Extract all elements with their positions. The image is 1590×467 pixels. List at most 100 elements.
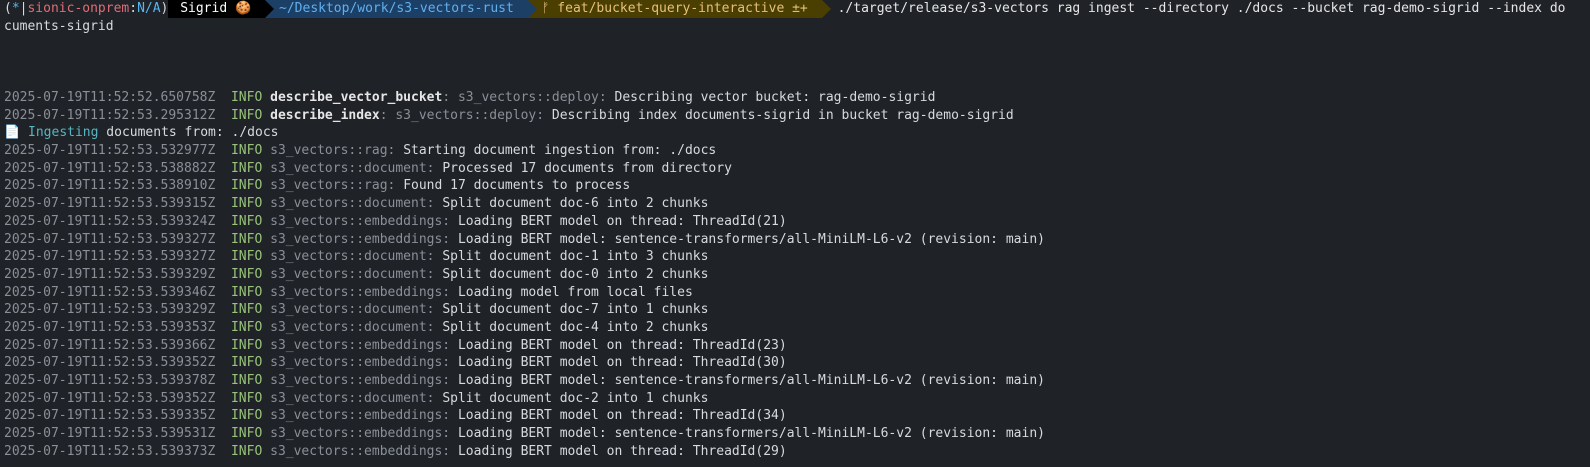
- blank-space: [4, 36, 1590, 89]
- log-timestamp: 2025-07-19T11:52:53.539315Z: [4, 196, 216, 212]
- log-target: s3_vectors::embeddings:: [270, 426, 451, 442]
- log-line: 2025-07-19T11:52:53.538882Z INFO s3_vect…: [4, 160, 1590, 178]
- kube-context: (*|sionic-onprem:N/A): [4, 1, 169, 16]
- log-line: 2025-07-19T11:52:53.539327Z INFO s3_vect…: [4, 231, 1590, 249]
- log-line: 2025-07-19T11:52:53.539329Z INFO s3_vect…: [4, 301, 1590, 319]
- prompt-user: Sigrid: [180, 1, 228, 16]
- log-level: INFO: [230, 178, 263, 194]
- log-timestamp: 2025-07-19T11:52:53.538910Z: [4, 178, 216, 194]
- log-target: s3_vectors::embeddings:: [270, 355, 451, 371]
- log-target: s3_vectors::document:: [270, 160, 435, 176]
- log-message: Loading BERT model: sentence-transformer…: [457, 373, 1045, 388]
- log-level: INFO: [230, 249, 263, 265]
- git-branch: feat/bucket-query-interactive: [557, 1, 785, 16]
- log-message: Loading BERT model on thread: ThreadId(2…: [457, 213, 787, 229]
- log-line: 2025-07-19T11:52:53.539378Z INFO s3_vect…: [4, 372, 1590, 390]
- log-timestamp: 2025-07-19T11:52:53.539352Z: [4, 390, 216, 406]
- shell-prompt: (*|sionic-onprem:N/A) Sigrid 🍪 ~/Desktop…: [4, 0, 1590, 18]
- log-target: s3_vectors::embeddings:: [270, 443, 451, 459]
- log-timestamp: 2025-07-19T11:52:53.539329Z: [4, 266, 216, 282]
- prompt-user-segment: Sigrid 🍪: [168, 0, 275, 18]
- log-level: INFO: [230, 196, 263, 212]
- command-input[interactable]: ./target/release/s3-vectors rag ingest -…: [822, 0, 1566, 18]
- log-message: Found 17 documents to process: [403, 178, 631, 194]
- git-branch-icon: ᚠ: [541, 1, 550, 16]
- log-target: s3_vectors::embeddings:: [270, 408, 451, 424]
- log-target: s3_vectors::document:: [270, 266, 435, 282]
- git-status: ±+: [792, 1, 808, 16]
- log-target: s3_vectors::embeddings:: [270, 337, 451, 353]
- log-message: Loading BERT model: sentence-transformer…: [457, 231, 1045, 247]
- log-line: 2025-07-19T11:52:53.538910Z INFO s3_vect…: [4, 177, 1590, 195]
- log-message: Starting document ingestion from: ./docs: [403, 143, 717, 159]
- log-level: INFO: [230, 337, 263, 353]
- log-message: Split document doc-1 into 3 chunks: [442, 249, 709, 265]
- log-message: Loading BERT model on thread: ThreadId(2…: [457, 337, 787, 353]
- log-level: INFO: [230, 266, 263, 282]
- log-timestamp: 2025-07-19T11:52:53.539346Z: [4, 284, 216, 300]
- log-line: 2025-07-19T11:52:53.539329Z INFO s3_vect…: [4, 266, 1590, 284]
- kube-namespace: N/A: [137, 1, 161, 16]
- log-target: s3_vectors::rag:: [270, 178, 396, 194]
- log-level: INFO: [230, 373, 263, 388]
- log-line: 2025-07-19T11:52:53.539352Z INFO s3_vect…: [4, 354, 1590, 372]
- log-level: INFO: [230, 160, 263, 176]
- log-timestamp: 2025-07-19T11:52:53.539373Z: [4, 443, 216, 459]
- log-message: Split document doc-2 into 1 chunks: [442, 390, 709, 406]
- prompt-directory: ~/Desktop/work/s3-vectors-rust: [279, 1, 514, 16]
- terminal-window[interactable]: (*|sionic-onprem:N/A) Sigrid 🍪 ~/Desktop…: [0, 0, 1590, 467]
- log-timestamp: 2025-07-19T11:52:53.539327Z: [4, 249, 216, 265]
- log-message: Split document doc-0 into 2 chunks: [442, 266, 709, 282]
- log-level: INFO: [230, 319, 263, 335]
- log-line: 2025-07-19T11:52:53.539315Z INFO s3_vect…: [4, 195, 1590, 213]
- log-line: 2025-07-19T11:52:53.532977Z INFO s3_vect…: [4, 142, 1590, 160]
- log-timestamp: 2025-07-19T11:52:53.539353Z: [4, 319, 216, 335]
- log-target: s3_vectors::embeddings:: [270, 231, 451, 247]
- log-line: 2025-07-19T11:52:53.539352Z INFO s3_vect…: [4, 390, 1590, 408]
- log-timestamp: 2025-07-19T11:52:53.538882Z: [4, 160, 216, 176]
- log-timestamp: 2025-07-19T11:52:53.539335Z: [4, 408, 216, 424]
- kube-cluster: sionic-onprem: [27, 1, 130, 16]
- log-timestamp: 2025-07-19T11:52:53.539329Z: [4, 302, 216, 318]
- log-line: 2025-07-19T11:52:52.650758Z INFO describ…: [4, 90, 936, 105]
- log-level: INFO: [230, 443, 263, 459]
- log-target: s3_vectors::document:: [270, 319, 435, 335]
- log-level: INFO: [230, 213, 263, 229]
- log-message: Split document doc-7 into 1 chunks: [442, 302, 709, 318]
- log-line: 2025-07-19T11:52:53.539531Z INFO s3_vect…: [4, 425, 1590, 443]
- log-timestamp: 2025-07-19T11:52:53.539327Z: [4, 231, 216, 247]
- log-message: Loading BERT model on thread: ThreadId(3…: [457, 355, 787, 371]
- log-target: s3_vectors::embeddings:: [270, 373, 451, 388]
- log-level: INFO: [230, 231, 263, 247]
- log-level: INFO: [230, 408, 263, 424]
- log-level: INFO: [230, 284, 263, 300]
- log-message: Loading BERT model: sentence-transformer…: [457, 426, 1045, 442]
- log-timestamp: 2025-07-19T11:52:53.539378Z: [4, 373, 216, 388]
- log-target: s3_vectors::embeddings:: [270, 213, 451, 229]
- log-line: 2025-07-19T11:52:53.539346Z INFO s3_vect…: [4, 284, 1590, 302]
- log-level: INFO: [230, 426, 263, 442]
- log-message: Loading BERT model on thread: ThreadId(3…: [457, 408, 787, 424]
- log-target: s3_vectors::document:: [270, 249, 435, 265]
- log-target: s3_vectors::rag:: [270, 143, 396, 159]
- log-message: Loading model from local files: [457, 284, 693, 300]
- command-wrap[interactable]: cuments-sigrid: [4, 18, 1590, 36]
- log-timestamp: 2025-07-19T11:52:53.532977Z: [4, 143, 216, 159]
- log-line: 2025-07-19T11:52:53.539373Z INFO s3_vect…: [4, 443, 1590, 461]
- cookie-icon: 🍪: [235, 1, 252, 16]
- ingest-notice: 📄 Ingesting documents from: ./docs: [4, 125, 279, 141]
- log-target: s3_vectors::document:: [270, 390, 435, 406]
- log-timestamp: 2025-07-19T11:52:53.539352Z: [4, 355, 216, 371]
- log-line: 2025-07-19T11:52:53.539327Z INFO s3_vect…: [4, 248, 1590, 266]
- document-icon: 📄: [4, 125, 21, 141]
- log-target: s3_vectors::embeddings:: [270, 284, 451, 300]
- log-line: 2025-07-19T11:52:53.295312Z INFO describ…: [4, 107, 1014, 123]
- log-message: Split document doc-6 into 2 chunks: [442, 196, 709, 212]
- log-level: INFO: [230, 143, 263, 159]
- log-output: 2025-07-19T11:52:53.532977Z INFO s3_vect…: [4, 142, 1590, 460]
- log-level: INFO: [230, 355, 263, 371]
- log-target: s3_vectors::document:: [270, 302, 435, 318]
- log-message: Processed 17 documents from directory: [442, 160, 732, 176]
- log-message: Loading BERT model on thread: ThreadId(2…: [457, 443, 787, 459]
- log-timestamp: 2025-07-19T11:52:53.539324Z: [4, 213, 216, 229]
